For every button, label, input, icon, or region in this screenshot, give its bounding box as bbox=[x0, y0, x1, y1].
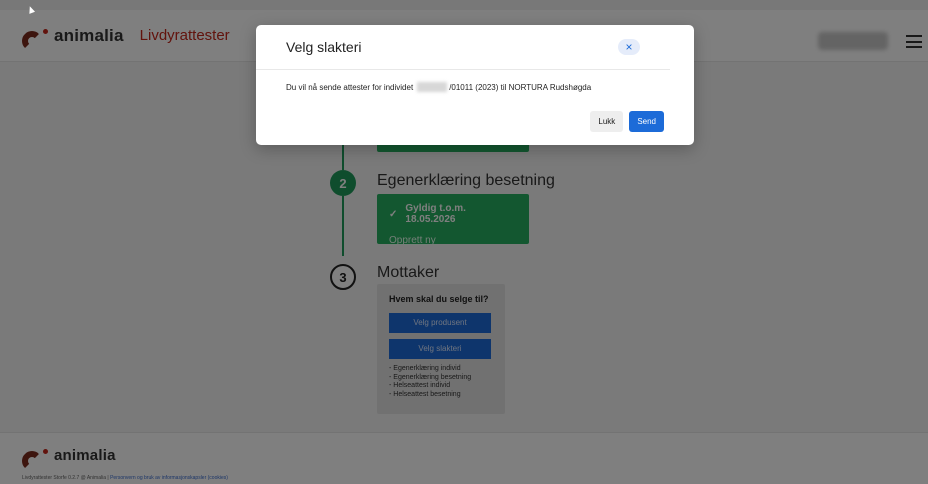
dialog-message-suffix: /01011 (2023) til NORTURA Rudshøgda bbox=[449, 82, 592, 92]
dialog-header: Velg slakteri × bbox=[256, 25, 670, 70]
choose-slaughterhouse-dialog: Velg slakteri × Du vil nå sende attester… bbox=[256, 25, 694, 145]
send-button[interactable]: Send bbox=[629, 111, 664, 132]
dialog-footer: Lukk Send bbox=[590, 111, 664, 132]
dialog-body: Du vil nå sende attester for individet /… bbox=[256, 70, 694, 92]
close-button[interactable]: Lukk bbox=[590, 111, 624, 132]
dialog-title: Velg slakteri bbox=[286, 39, 362, 55]
redacted-id bbox=[417, 82, 448, 92]
dialog-message-prefix: Du vil nå sende attester for individet bbox=[286, 82, 414, 92]
close-icon[interactable]: × bbox=[618, 39, 640, 55]
